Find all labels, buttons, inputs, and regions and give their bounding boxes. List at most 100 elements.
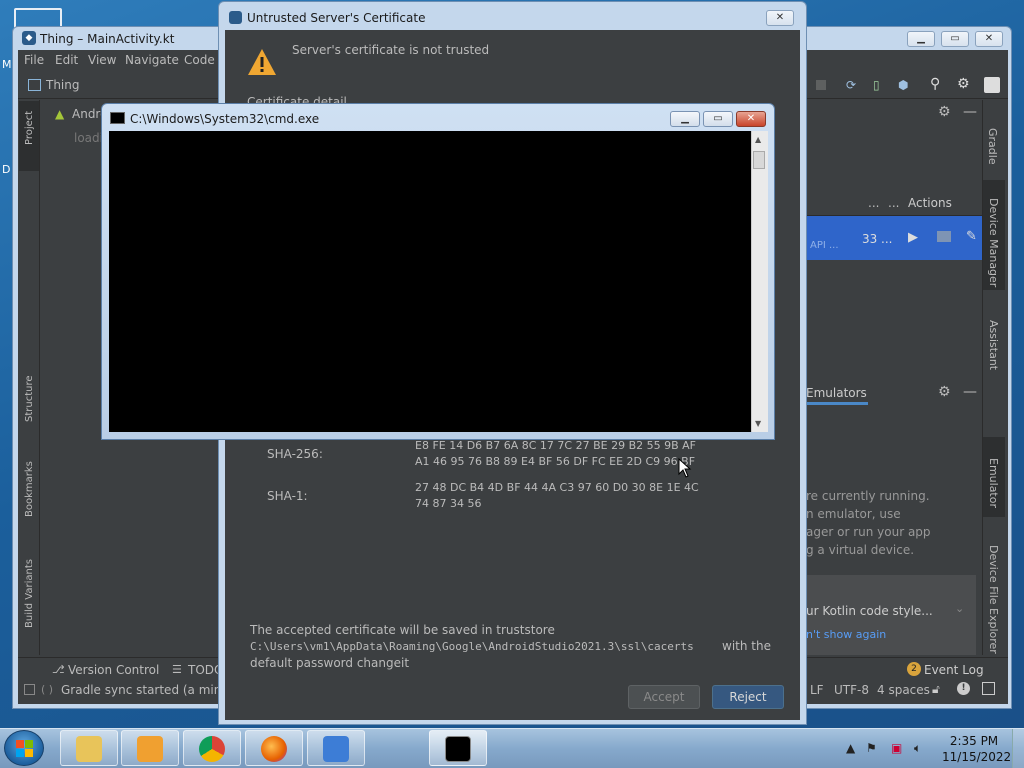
panel-hide-icon[interactable]: — bbox=[963, 104, 977, 120]
reject-button[interactable]: Reject bbox=[712, 685, 784, 709]
tab-version-control[interactable]: Version Control bbox=[68, 663, 159, 677]
taskbar-explorer[interactable] bbox=[60, 730, 118, 766]
tab-bookmarks[interactable]: Bookmarks bbox=[24, 461, 35, 517]
menu-navigate[interactable]: Navigate bbox=[125, 53, 179, 67]
dialog-heading: Server's certificate is not trusted bbox=[292, 43, 490, 57]
taskbar-chrome[interactable] bbox=[183, 730, 241, 766]
folder-icon[interactable] bbox=[937, 231, 951, 242]
emulator-hide-icon[interactable]: — bbox=[963, 384, 977, 400]
cmd-icon bbox=[445, 736, 471, 762]
tab-emulators[interactable]: Emulators bbox=[806, 386, 867, 400]
menu-view[interactable]: View bbox=[88, 53, 116, 67]
show-hidden-icons[interactable]: ▲ bbox=[846, 741, 855, 755]
clock[interactable]: 2:35 PM 11/15/2022 bbox=[942, 733, 1012, 765]
panel-settings-icon[interactable]: ⚙ bbox=[938, 104, 951, 120]
volume-icon[interactable]: 🔈︎ bbox=[914, 741, 921, 756]
dialog-app-icon bbox=[229, 11, 242, 24]
dont-show-again-link[interactable]: n't show again bbox=[806, 628, 886, 641]
android-studio-icon: ◆ bbox=[22, 31, 36, 45]
project-folder-icon bbox=[28, 79, 41, 91]
taskbar-cmd[interactable] bbox=[429, 730, 487, 766]
gear-icon[interactable]: ⚙ bbox=[957, 76, 970, 92]
clock-date: 11/15/2022 bbox=[942, 750, 1012, 764]
close-button[interactable]: ✕ bbox=[975, 31, 1003, 47]
line-separator[interactable]: LF bbox=[810, 683, 824, 697]
indent-setting[interactable]: 4 spaces bbox=[877, 683, 930, 697]
cmd-scrollbar[interactable] bbox=[751, 131, 768, 432]
avatar[interactable] bbox=[984, 77, 1000, 93]
column-header[interactable]: ... bbox=[868, 196, 879, 210]
minimize-button[interactable]: ▁ bbox=[907, 31, 935, 47]
sync-gradle-icon[interactable]: ⟳ bbox=[846, 78, 862, 92]
stop-icon[interactable] bbox=[816, 80, 826, 90]
device-row-selected[interactable] bbox=[806, 216, 982, 260]
tree-loading-text: loadi bbox=[74, 131, 103, 145]
media-player-icon bbox=[137, 736, 163, 762]
tab-build-variants[interactable]: Build Variants bbox=[24, 559, 35, 628]
window-title: Thing – MainActivity.kt bbox=[40, 32, 175, 46]
cmd-minimize-button[interactable]: ▁ bbox=[670, 111, 700, 127]
scroll-up-icon[interactable]: ▲ bbox=[755, 135, 761, 144]
taskbar-firefox[interactable] bbox=[245, 730, 303, 766]
device-size: 33 bbox=[862, 232, 878, 246]
accept-button[interactable]: Accept bbox=[628, 685, 700, 709]
taskbar-media-player[interactable] bbox=[121, 730, 179, 766]
scroll-thumb[interactable] bbox=[753, 151, 765, 169]
menu-file[interactable]: File bbox=[24, 53, 44, 67]
play-icon[interactable]: ▶ bbox=[908, 230, 918, 245]
tab-structure[interactable]: Structure bbox=[24, 375, 35, 422]
file-encoding[interactable]: UTF-8 bbox=[834, 683, 869, 697]
action-center-icon[interactable]: ⚑ bbox=[866, 741, 877, 755]
clock-time: 2:35 PM bbox=[949, 734, 999, 748]
truststore-password-note: default password changeit bbox=[250, 656, 410, 670]
edit-icon[interactable]: ✎ bbox=[966, 229, 977, 244]
tab-project[interactable]: Project bbox=[24, 111, 35, 145]
emulator-message-line: ager or run your app bbox=[806, 525, 931, 539]
memory-indicator-icon[interactable] bbox=[982, 682, 995, 695]
menu-edit[interactable]: Edit bbox=[55, 53, 78, 67]
truststore-with-the: with the bbox=[722, 639, 771, 653]
device-more[interactable]: ... bbox=[881, 232, 892, 246]
cmd-console[interactable] bbox=[109, 131, 751, 432]
start-button[interactable] bbox=[4, 730, 44, 766]
emulator-message-line: g a virtual device. bbox=[806, 543, 915, 557]
truststore-path: C:\Users\vm1\AppData\Roaming\Google\Andr… bbox=[250, 640, 694, 653]
chevron-down-icon[interactable]: ⌄ bbox=[955, 602, 964, 615]
sha256-line-2: A1 46 95 76 B8 89 E4 BF 56 DF FC EE 2D C… bbox=[415, 455, 696, 468]
column-header[interactable]: ... bbox=[888, 196, 899, 210]
sha256-label: SHA-256: bbox=[267, 447, 323, 461]
status-toggle-icon[interactable] bbox=[24, 684, 35, 695]
maximize-button[interactable]: ▭ bbox=[941, 31, 969, 47]
tab-device-file-explorer[interactable]: Device File Explorer bbox=[987, 545, 1000, 654]
sdk-manager-icon[interactable]: ⬢ bbox=[898, 78, 912, 92]
mouse-cursor-icon bbox=[678, 458, 692, 478]
android-studio-icon bbox=[323, 736, 349, 762]
dialog-close-button[interactable]: ✕ bbox=[766, 10, 794, 26]
tab-assistant[interactable]: Assistant bbox=[987, 320, 1000, 370]
tab-device-manager[interactable]: Device Manager bbox=[987, 198, 1000, 287]
emulator-settings-icon[interactable]: ⚙ bbox=[938, 384, 951, 400]
tab-emulator[interactable]: Emulator bbox=[987, 458, 1000, 508]
project-breadcrumb[interactable]: Thing bbox=[46, 78, 80, 92]
tab-underline bbox=[806, 402, 868, 405]
network-icon[interactable]: ▣ bbox=[891, 741, 902, 755]
warning-icon[interactable]: ! bbox=[957, 682, 970, 695]
show-desktop-button[interactable] bbox=[1012, 729, 1024, 768]
menu-code[interactable]: Code bbox=[184, 53, 215, 67]
taskbar-android-studio[interactable] bbox=[307, 730, 365, 766]
search-icon[interactable]: ⚲ bbox=[930, 76, 940, 92]
event-log-tab[interactable]: Event Log bbox=[924, 663, 984, 677]
cmd-icon bbox=[110, 112, 125, 124]
cmd-title: C:\Windows\System32\cmd.exe bbox=[130, 112, 320, 126]
tab-gradle[interactable]: Gradle bbox=[986, 128, 999, 165]
android-icon: ▲ bbox=[55, 107, 65, 121]
cmd-close-button[interactable]: ✕ bbox=[736, 111, 766, 127]
column-header-actions[interactable]: Actions bbox=[908, 196, 952, 210]
device-manager-icon[interactable]: ▯ bbox=[873, 78, 887, 92]
lock-icon[interactable]: 🔓︎ bbox=[932, 682, 940, 697]
chrome-icon bbox=[199, 736, 225, 762]
cmd-maximize-button[interactable]: ▭ bbox=[703, 111, 733, 127]
scroll-down-icon[interactable]: ▼ bbox=[755, 419, 761, 428]
emulator-message-line: re currently running. bbox=[806, 489, 930, 503]
event-log-badge: 2 bbox=[907, 662, 921, 676]
